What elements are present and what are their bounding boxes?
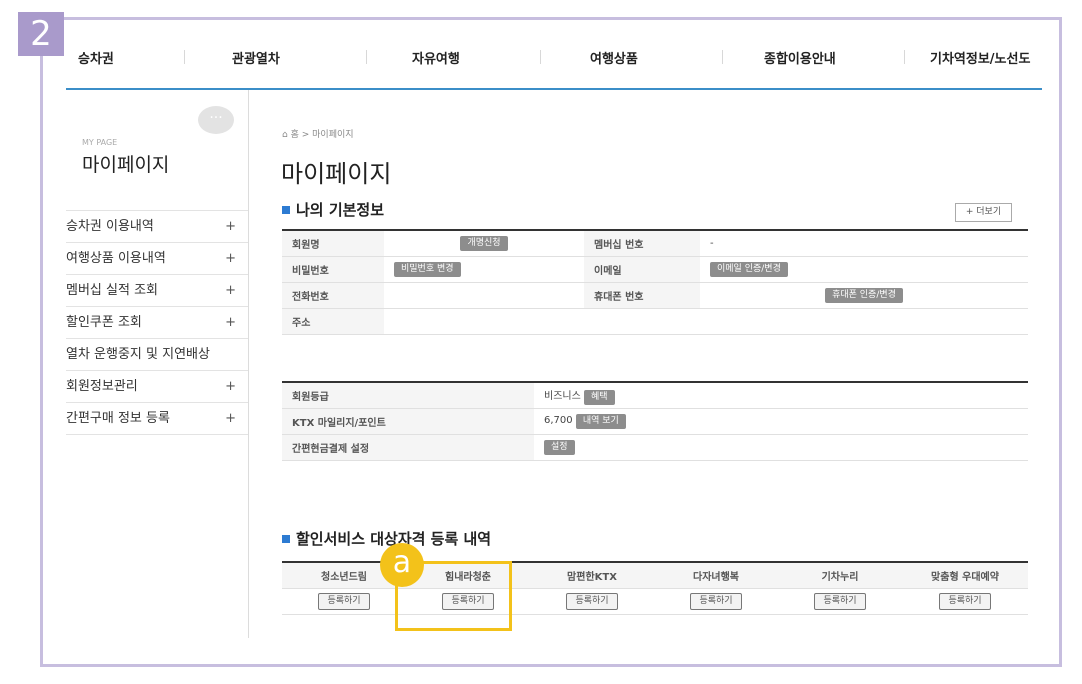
- nav-separator: [366, 50, 367, 64]
- basic-info-table: 회원명 개명신청 멤버십 번호 - 비밀번호 비밀번호 변경 이메일 이메일 인…: [282, 229, 1028, 335]
- nav-separator: [904, 50, 905, 64]
- section-title-discount: 할인서비스 대상자격 등록 내역: [282, 528, 491, 549]
- table-row: 등록하기 등록하기 등록하기 등록하기 등록하기 등록하기: [282, 588, 1028, 615]
- nav-item-tour-train[interactable]: 관광열차: [232, 48, 280, 67]
- sidebar-item-coupon[interactable]: 할인쿠폰 조회 +: [66, 306, 248, 338]
- table-row: 회원명 개명신청 멤버십 번호 -: [282, 230, 1028, 257]
- nav-item-guide[interactable]: 종합이용안내: [764, 48, 836, 67]
- sidebar-item-delay-compensation[interactable]: 열차 운행중지 및 지연배상: [66, 338, 248, 370]
- phone-label: 전화번호: [282, 282, 384, 309]
- page-title: 마이페이지: [281, 160, 392, 188]
- table-row: KTX 마일리지/포인트 6,700 내역 보기: [282, 408, 1028, 435]
- mobile-cell: 휴대폰 인증/변경: [700, 282, 1028, 309]
- sidebar-title: 마이페이지: [82, 154, 170, 176]
- mileage-value: 6,700: [544, 415, 573, 426]
- annotation-marker: a: [380, 543, 424, 587]
- cash-payment-label: 간편현금결제 설정: [282, 434, 534, 461]
- password-label: 비밀번호: [282, 256, 384, 283]
- change-password-button[interactable]: 비밀번호 변경: [394, 262, 461, 277]
- table-row: 주소: [282, 308, 1028, 335]
- email-label: 이메일: [584, 256, 700, 283]
- membership-value: -: [700, 230, 1028, 257]
- benefit-button[interactable]: 혜택: [584, 389, 615, 405]
- mileage-history-button[interactable]: 내역 보기: [575, 414, 626, 429]
- nav-item-travel-products[interactable]: 여행상품: [590, 48, 638, 67]
- column-header: 맞춤형 우대예약: [902, 562, 1028, 589]
- register-button-custom-reservation[interactable]: 등록하기: [939, 593, 991, 610]
- email-verify-button[interactable]: 이메일 인증/변경: [710, 262, 788, 277]
- table-row: 전화번호 휴대폰 번호 휴대폰 인증/변경: [282, 282, 1028, 309]
- mileage-label: KTX 마일리지/포인트: [282, 408, 534, 435]
- sidebar-item-member-info[interactable]: 회원정보관리 +: [66, 370, 248, 402]
- nav-separator: [540, 50, 541, 64]
- address-label: 주소: [282, 308, 384, 335]
- mobile-verify-button[interactable]: 휴대폰 인증/변경: [825, 288, 903, 303]
- sidebar-item-ticket-history[interactable]: 승차권 이용내역 +: [66, 210, 248, 242]
- name-label: 회원명: [282, 230, 384, 257]
- expand-icon[interactable]: +: [225, 275, 236, 306]
- register-button-multi-child[interactable]: 등록하기: [690, 593, 742, 610]
- section-title-basic-info: 나의 기본정보: [282, 199, 384, 220]
- sidebar-item-quick-purchase[interactable]: 간편구매 정보 등록 +: [66, 402, 248, 435]
- step-number-badge: 2: [18, 12, 64, 56]
- table-row: 비밀번호 비밀번호 변경 이메일 이메일 인증/변경: [282, 256, 1028, 283]
- section-bullet-icon: [282, 534, 290, 543]
- breadcrumb-text: 홈 > 마이페이지: [290, 130, 354, 140]
- phone-value: [384, 282, 584, 309]
- speech-bubble-icon: ···: [198, 106, 234, 134]
- top-navigation: 승차권 관광열차 자유여행 여행상품 종합이용안내 기차역정보/노선도: [66, 40, 1046, 80]
- name-cell: 개명신청: [384, 230, 584, 257]
- rename-button[interactable]: 개명신청: [460, 236, 508, 251]
- column-header: 기차누리: [778, 562, 902, 589]
- sidebar-menu: 승차권 이용내역 + 여행상품 이용내역 + 멤버십 실적 조회 + 할인쿠폰 조회 +…: [66, 210, 248, 435]
- column-header: 다자녀행복: [654, 562, 778, 589]
- grade-value: 비즈니스: [544, 390, 581, 402]
- sidebar-subtitle: MY PAGE: [82, 138, 118, 147]
- expand-icon[interactable]: +: [225, 211, 236, 242]
- nav-separator: [722, 50, 723, 64]
- grade-label: 회원등급: [282, 382, 534, 409]
- sidebar: ··· MY PAGE 마이페이지 승차권 이용내역 + 여행상품 이용내역 + 멤…: [66, 90, 249, 638]
- column-header: 맘편한KTX: [530, 562, 654, 589]
- nav-item-ticket[interactable]: 승차권: [78, 48, 114, 67]
- breadcrumb: ⌂ 홈 > 마이페이지: [282, 127, 354, 140]
- cash-payment-settings-button[interactable]: 설정: [544, 440, 575, 455]
- expand-icon[interactable]: +: [225, 243, 236, 274]
- expand-icon[interactable]: +: [225, 307, 236, 338]
- membership-label: 멤버십 번호: [584, 230, 700, 257]
- cash-payment-cell: 설정: [534, 434, 1028, 461]
- address-value: [384, 308, 1028, 335]
- expand-icon[interactable]: +: [225, 371, 236, 402]
- password-cell: 비밀번호 변경: [384, 256, 584, 283]
- email-cell: 이메일 인증/변경: [700, 256, 1028, 283]
- sidebar-item-product-history[interactable]: 여행상품 이용내역 +: [66, 242, 248, 274]
- grade-info-table: 회원등급 비즈니스 혜택 KTX 마일리지/포인트 6,700 내역 보기 간편…: [282, 381, 1028, 461]
- nav-item-station-info[interactable]: 기차역정보/노선도: [930, 48, 1030, 67]
- table-row: 간편현금결제 설정 설정: [282, 434, 1028, 461]
- mobile-label: 휴대폰 번호: [584, 282, 700, 309]
- register-button-train-nuri[interactable]: 등록하기: [814, 593, 866, 610]
- nav-item-free-travel[interactable]: 자유여행: [412, 48, 460, 67]
- grade-cell: 비즈니스 혜택: [534, 382, 1028, 409]
- register-button-comfortable-ktx[interactable]: 등록하기: [566, 593, 618, 610]
- register-button-youth-dream[interactable]: 등록하기: [318, 593, 370, 610]
- more-button[interactable]: + 더보기: [955, 203, 1012, 222]
- mileage-cell: 6,700 내역 보기: [534, 408, 1028, 435]
- sidebar-item-membership[interactable]: 멤버십 실적 조회 +: [66, 274, 248, 306]
- home-icon[interactable]: ⌂: [282, 130, 288, 140]
- section-bullet-icon: [282, 205, 290, 214]
- table-row: 회원등급 비즈니스 혜택: [282, 382, 1028, 409]
- expand-icon[interactable]: +: [225, 403, 236, 434]
- nav-separator: [184, 50, 185, 64]
